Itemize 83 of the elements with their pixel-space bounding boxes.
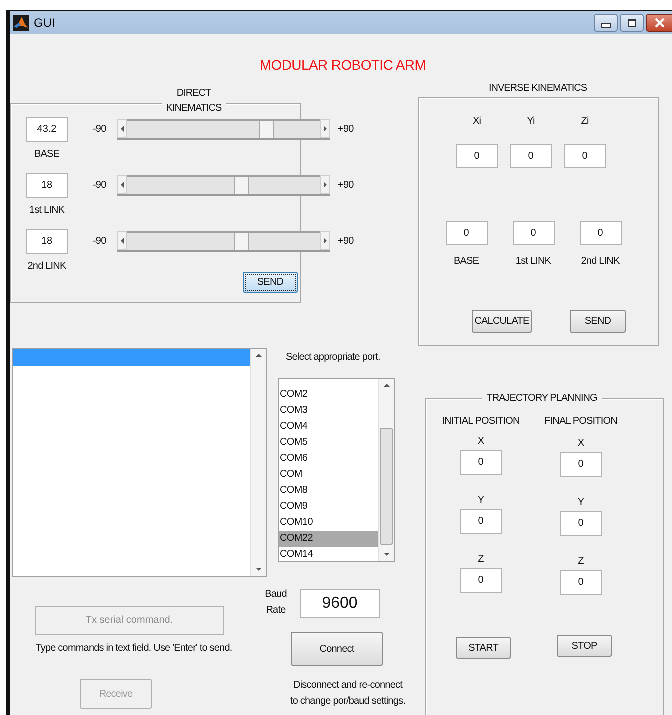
button[interactable]: CALCULATE [472, 310, 532, 333]
scrollbar[interactable] [250, 349, 266, 576]
slider-thumb[interactable] [234, 233, 249, 250]
baud-rate-label: Baud Rate [264, 588, 288, 618]
joint-label: BASE [454, 256, 480, 267]
port-list[interactable]: COM2 COM3 COM4 COM5 COM6 COM COM8 COM9 COM10 COM22 COM14 [278, 378, 395, 562]
column-heading: FINAL POSITION [544, 416, 618, 427]
list-item[interactable]: COM14 [279, 547, 378, 561]
instruction-text: Select appropriate port. [286, 352, 380, 363]
hint-text: Type commands in text field. Use 'Enter' to send. [34, 643, 234, 654]
input-field[interactable]: 0 [456, 144, 498, 168]
arrow-right-icon[interactable] [320, 231, 330, 250]
input-field[interactable]: 0 [580, 221, 622, 245]
slider[interactable] [117, 175, 330, 196]
close-icon[interactable] [654, 18, 666, 28]
joint-label: 2nd LINK [581, 256, 620, 267]
input-field[interactable]: 0 [560, 511, 602, 536]
input-field[interactable]: 0 [560, 570, 602, 595]
range-label: -90 [93, 180, 108, 191]
list-item[interactable]: COM4 [279, 419, 378, 435]
input-field[interactable]: 0 [512, 221, 554, 245]
button[interactable]: SEND [570, 310, 626, 333]
input-field[interactable]: 18 [26, 173, 68, 198]
slider[interactable] [117, 231, 330, 252]
range-label: +90 [338, 124, 354, 135]
arrow-right-icon[interactable] [320, 119, 330, 138]
list-item[interactable]: COM5 [279, 435, 378, 451]
input-field[interactable]: 18 [26, 229, 68, 254]
input-field[interactable]: 0 [460, 568, 502, 593]
button[interactable]: START [456, 637, 511, 659]
joint-label: 1st LINK [29, 205, 65, 216]
app-heading: MODULAR ROBOTIC ARM [258, 57, 428, 73]
slider[interactable] [117, 119, 330, 140]
range-label: -90 [93, 124, 108, 135]
input-field[interactable]: 9600 [300, 589, 380, 618]
scrollbar[interactable] [378, 379, 394, 561]
list-item[interactable]: COM3 [279, 403, 378, 419]
hint-text: Disconnect and re-connect to change por/baud settings. [289, 679, 406, 709]
minimize-button[interactable] [594, 14, 618, 32]
joint-label: 1st LINK [516, 256, 552, 267]
list-item[interactable]: COM9 [279, 499, 378, 515]
button[interactable]: STOP [557, 635, 612, 657]
input-field[interactable]: 0 [564, 144, 606, 168]
slider-thumb[interactable] [258, 121, 274, 138]
joint-label: BASE [34, 149, 60, 160]
list-box[interactable] [12, 348, 267, 577]
arrow-right-icon[interactable] [320, 175, 330, 194]
window-title: GUI [34, 16, 56, 30]
axis-label: X [578, 437, 584, 451]
input-field[interactable]: 0 [510, 144, 552, 168]
coordinate-label: Xi [472, 116, 482, 127]
column-heading: INITIAL POSITION [442, 416, 520, 427]
range-label: +90 [338, 236, 354, 247]
list-item[interactable]: COM10 [279, 515, 378, 531]
list-item[interactable]: COM8 [279, 483, 378, 499]
input-field[interactable]: 0 [560, 452, 602, 477]
axis-label: X [478, 435, 484, 449]
arrow-left-icon[interactable] [117, 119, 127, 138]
coordinate-label: Zi [581, 116, 589, 127]
range-label: +90 [338, 180, 354, 191]
input-field[interactable]: 0 [460, 450, 502, 475]
input-field[interactable]: 0 [460, 509, 502, 534]
list-item[interactable]: COM22 [279, 531, 378, 547]
button[interactable]: Connect [291, 632, 383, 666]
axis-label: Y [578, 496, 584, 510]
peak-icon [13, 14, 29, 30]
range-label: -90 [93, 236, 108, 247]
axis-label: Z [578, 555, 584, 569]
input-field[interactable]: 43.2 [26, 117, 68, 142]
arrow-left-icon[interactable] [117, 231, 127, 250]
axis-label: Z [478, 553, 484, 567]
button[interactable]: SEND [243, 272, 298, 293]
coordinate-label: Yi [527, 116, 535, 127]
list-item[interactable]: COM2 [279, 387, 378, 403]
joint-label: 2nd LINK [28, 261, 66, 272]
maximize-button[interactable] [620, 14, 644, 32]
list-item[interactable]: COM [279, 467, 378, 483]
slider-thumb[interactable] [234, 177, 249, 194]
arrow-left-icon[interactable] [117, 175, 127, 194]
close-button[interactable] [646, 14, 672, 32]
list-item[interactable]: COM6 [279, 451, 378, 467]
axis-label: Y [478, 494, 484, 508]
input-field[interactable]: 0 [446, 221, 488, 245]
